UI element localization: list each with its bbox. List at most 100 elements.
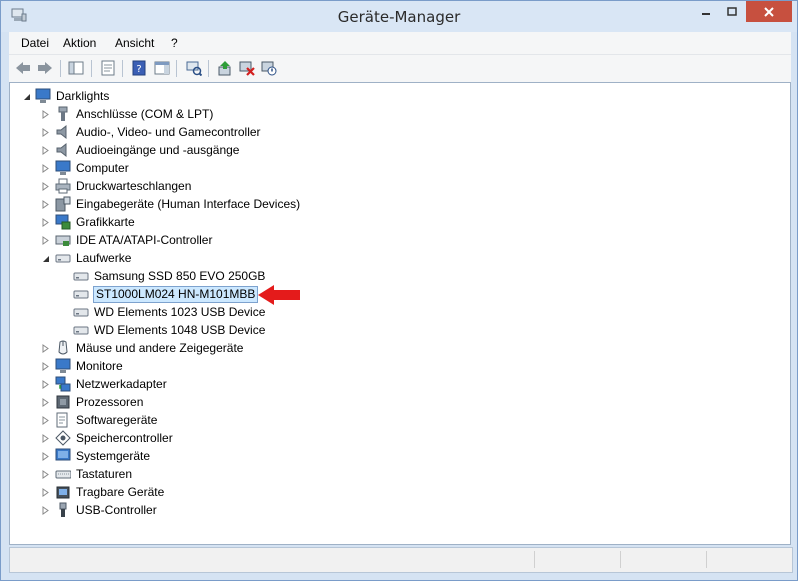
portable-device-icon [56,486,70,499]
software-device-icon [56,412,68,428]
tree-category-ide-ata-controller[interactable]: IDE ATA/ATAPI-Controller [55,231,213,249]
console-tree-icon [68,61,84,75]
tree-category-anschluesse[interactable]: Anschlüsse (COM & LPT) [55,105,214,123]
expand-triangle-icon[interactable] [41,506,50,515]
menu-datei[interactable]: Datei [21,36,49,50]
tree-category-speichercontroller[interactable]: Speichercontroller [55,429,174,447]
tree-node-label: Netzwerkadapter [76,377,167,391]
tree-node-label: Laufwerke [76,251,132,265]
expand-triangle-icon[interactable] [41,164,50,173]
tree-category-eingabegeraete[interactable]: Eingabegeräte (Human Interface Devices) [55,195,301,213]
device-tree[interactable]: Darklights Anschlüsse (COM & LPT) Audio-, … [9,82,791,545]
tree-category-tragbare-geraete[interactable]: Tragbare Geräte [55,483,165,501]
menu-help[interactable]: ? [171,36,178,50]
tree-category-audio-video-gamecontroller[interactable]: Audio-, Video- und Gamecontroller [55,123,262,141]
maximize-button[interactable] [719,1,745,22]
expand-triangle-icon[interactable] [41,218,50,227]
disk-drive-icon [73,290,89,299]
scan-hardware-button[interactable] [185,59,203,77]
properties-button[interactable] [99,59,117,77]
tree-node-label: Tragbare Geräte [76,485,165,499]
tree-drive-item[interactable]: WD Elements 1023 USB Device [73,303,266,321]
tree-category-prozessoren[interactable]: Prozessoren [55,393,144,411]
expand-triangle-icon[interactable] [41,146,50,155]
expand-triangle-icon[interactable] [41,398,50,407]
status-segment [620,551,706,568]
tree-drive-item[interactable]: WD Elements 1048 USB Device [73,321,266,339]
expand-triangle-icon[interactable] [41,470,50,479]
expand-triangle-icon[interactable] [41,344,50,353]
storage-controller-icon [55,430,71,446]
back-button[interactable] [14,59,32,77]
tree-category-tastaturen[interactable]: Tastaturen [55,465,133,483]
printer-icon [55,178,71,194]
tree-category-netzwerkadapter[interactable]: Netzwerkadapter [55,375,168,393]
expand-triangle-icon[interactable] [41,200,50,209]
tree-category-monitore[interactable]: Monitore [55,357,124,375]
toolbar-separator [91,60,92,77]
tree-category-laufwerke[interactable]: Laufwerke [55,249,132,267]
action-pane-button[interactable] [153,59,171,77]
tree-node-label: WD Elements 1023 USB Device [94,305,266,319]
red-annotation-arrow-icon [258,285,300,305]
tree-category-maeuse[interactable]: Mäuse und andere Zeigegeräte [55,339,244,357]
tree-category-grafikkarte[interactable]: Grafikkarte [55,213,136,231]
title-bar[interactable]: Geräte-Manager [1,1,797,32]
enable-device-icon [261,61,277,76]
tree-category-systemgeraete[interactable]: Systemgeräte [55,447,151,465]
menu-aktion[interactable]: Aktion [63,36,96,50]
tree-node-label: WD Elements 1048 USB Device [94,323,266,337]
tree-drive-item[interactable]: ST1000LM024 HN-M101MBB [73,285,259,303]
mouse-icon [58,340,68,355]
toolbar-separator [60,60,61,77]
tree-node-label: Audioeingänge und -ausgänge [76,143,240,157]
forward-button[interactable] [36,59,54,77]
tree-category-softwaregeraete[interactable]: Softwaregeräte [55,411,158,429]
uninstall-device-button[interactable] [238,59,256,77]
tree-node-label: Monitore [76,359,123,373]
help-book-icon: ? [132,60,146,76]
collapse-triangle-icon[interactable] [41,254,50,263]
tree-root-computer[interactable]: Darklights [35,87,110,105]
collapse-triangle-icon[interactable] [22,92,31,101]
monitor-icon [55,358,71,373]
close-icon [764,6,774,17]
computer-icon [35,88,51,103]
expand-triangle-icon[interactable] [41,362,50,371]
show-hide-console-tree-button[interactable] [67,59,85,77]
toolbar-separator [122,60,123,77]
expand-triangle-icon[interactable] [41,434,50,443]
speaker-icon [56,142,67,158]
help-button[interactable]: ? [130,59,148,77]
tree-category-usb-controller[interactable]: USB-Controller [55,501,158,519]
menu-ansicht[interactable]: Ansicht [115,36,154,50]
tree-drive-item[interactable]: Samsung SSD 850 EVO 250GB [73,267,266,285]
expand-triangle-icon[interactable] [41,110,50,119]
tree-category-computer[interactable]: Computer [55,159,130,177]
tree-category-druckwarteschlangen[interactable]: Druckwarteschlangen [55,177,192,195]
tree-node-label: Prozessoren [76,395,144,409]
expand-triangle-icon[interactable] [41,488,50,497]
minimize-button[interactable] [692,1,719,22]
display-adapter-icon [55,214,71,230]
tree-node-label: ST1000LM024 HN-M101MBB [93,285,259,303]
tree-category-audioeingaenge[interactable]: Audioeingänge und -ausgänge [55,141,240,159]
tree-node-label: Computer [76,161,129,175]
expand-triangle-icon[interactable] [41,416,50,425]
expand-triangle-icon[interactable] [41,236,50,245]
close-button[interactable] [746,1,792,22]
expand-triangle-icon[interactable] [41,182,50,191]
expand-triangle-icon[interactable] [41,128,50,137]
enable-device-button[interactable] [260,59,278,77]
tree-node-label: Audio-, Video- und Gamecontroller [76,125,261,139]
tree-node-label: IDE ATA/ATAPI-Controller [76,233,213,247]
status-bar [9,547,793,573]
window-title: Geräte-Manager [337,8,461,26]
usb-icon [59,502,67,517]
expand-triangle-icon[interactable] [41,452,50,461]
expand-triangle-icon[interactable] [41,380,50,389]
update-driver-button[interactable] [216,59,234,77]
action-pane-icon [154,61,170,75]
speaker-icon [56,124,67,140]
hid-icon [55,196,71,212]
